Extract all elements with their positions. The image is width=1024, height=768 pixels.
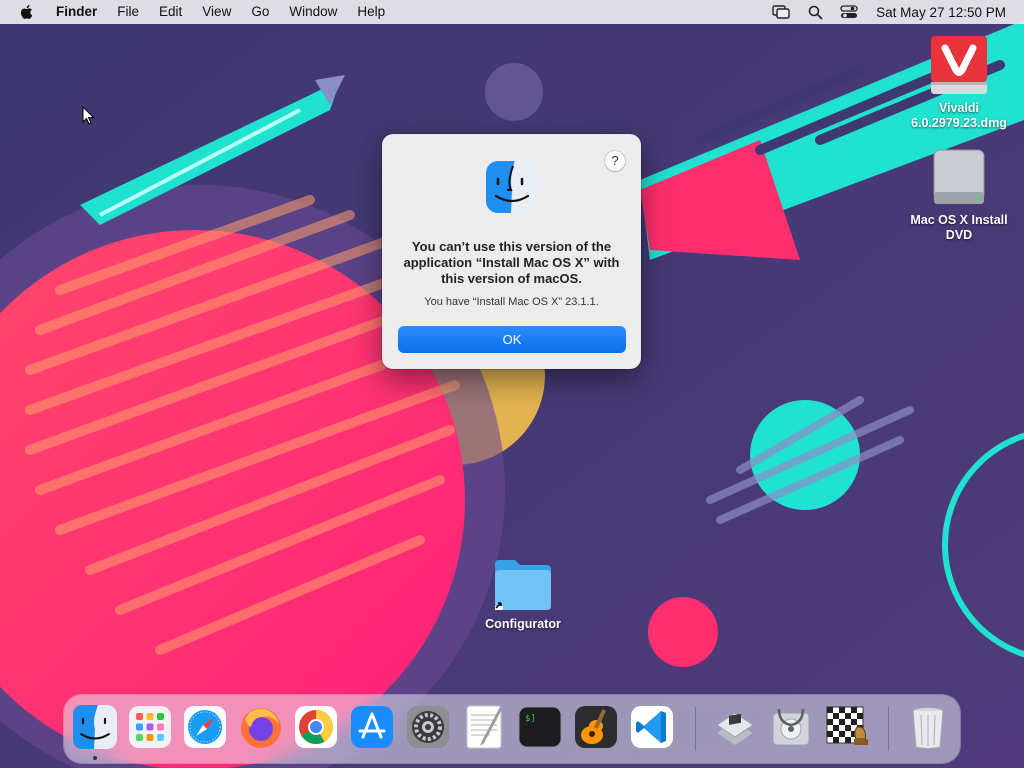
menu-go[interactable]: Go [241, 0, 279, 24]
safari-icon [184, 706, 226, 748]
firefox-icon [241, 708, 281, 748]
vscode-icon [631, 706, 673, 748]
screen-mirroring-icon[interactable] [770, 3, 792, 21]
finder-icon [73, 705, 117, 749]
dock-item-firefox[interactable] [237, 703, 285, 751]
menu-edit[interactable]: Edit [149, 0, 192, 24]
help-button[interactable]: ? [605, 151, 625, 171]
desktop-wallpaper [0, 0, 1024, 768]
chess-icon [826, 706, 868, 745]
dock-item-safari[interactable] [181, 703, 229, 751]
finder-icon [486, 161, 538, 213]
menu-app-name[interactable]: Finder [52, 0, 107, 24]
mouse-pointer-icon [82, 106, 95, 125]
alert-informative-text: You have “Install Mac OS X” 23.1.1. [424, 296, 599, 308]
system-preferences-icon [407, 706, 449, 748]
disk-image-icon [931, 36, 987, 94]
dock-item-chess[interactable] [823, 703, 871, 751]
svg-text:$]: $] [525, 714, 536, 724]
terminal-icon: $] [518, 706, 562, 748]
menu-window[interactable]: Window [279, 0, 347, 24]
dock-item-app-store[interactable] [348, 703, 396, 751]
desktop-item-configurator[interactable]: Configurator [470, 556, 576, 632]
dock-item-terminal[interactable]: $] [516, 703, 564, 751]
chrome-icon [295, 706, 337, 748]
dock-separator [888, 707, 889, 751]
ok-button[interactable]: OK [398, 326, 626, 353]
dock-item-vscode[interactable] [628, 703, 676, 751]
textedit-icon [466, 705, 502, 749]
folder-alias-icon [495, 560, 551, 610]
dock-item-chrome[interactable] [292, 703, 340, 751]
menubar-clock[interactable]: Sat May 27 12:50 PM [866, 5, 1024, 20]
desktop-item-label: Vivaldi 6.0.2979.23.dmg [911, 101, 1007, 130]
dock-item-disk-utility[interactable] [767, 703, 815, 751]
dock-item-garageband[interactable] [572, 703, 620, 751]
spotlight-search-icon[interactable] [804, 3, 826, 21]
menu-bar: Finder File Edit View Go Window Help Sat… [0, 0, 1024, 24]
desktop-item-vivaldi-dmg[interactable]: Vivaldi 6.0.2979.23.dmg [900, 34, 1018, 131]
launchpad-icon [129, 706, 171, 748]
dock-item-textedit[interactable] [460, 703, 508, 751]
apple-menu-icon[interactable] [18, 3, 36, 21]
desktop-item-install-dvd[interactable]: Mac OS X Install DVD [900, 148, 1018, 243]
disk-utility-icon [772, 708, 810, 746]
menu-view[interactable]: View [192, 0, 241, 24]
dock: $] [64, 695, 960, 763]
trash-icon [912, 707, 944, 749]
menu-file[interactable]: File [107, 0, 149, 24]
dock-separator [695, 707, 696, 751]
dock-item-launchpad[interactable] [126, 703, 174, 751]
dock-item-trash[interactable] [904, 703, 952, 751]
dock-item-boot-camp[interactable] [711, 703, 759, 751]
menu-help[interactable]: Help [347, 0, 395, 24]
hard-drive-icon [933, 149, 985, 204]
dock-item-finder[interactable] [71, 703, 119, 751]
garageband-icon [575, 706, 617, 748]
desktop-item-label: Mac OS X Install DVD [910, 213, 1008, 242]
alert-dialog: ? You can’t use this version of the appl… [382, 134, 641, 369]
dock-item-system-preferences[interactable] [404, 703, 452, 751]
app-store-icon [351, 706, 393, 748]
control-center-icon[interactable] [838, 3, 860, 21]
desktop-item-label: Configurator [485, 617, 561, 631]
running-indicator [93, 756, 97, 760]
boot-camp-icon [716, 712, 754, 745]
alert-message: You can’t use this version of the applic… [403, 239, 620, 286]
